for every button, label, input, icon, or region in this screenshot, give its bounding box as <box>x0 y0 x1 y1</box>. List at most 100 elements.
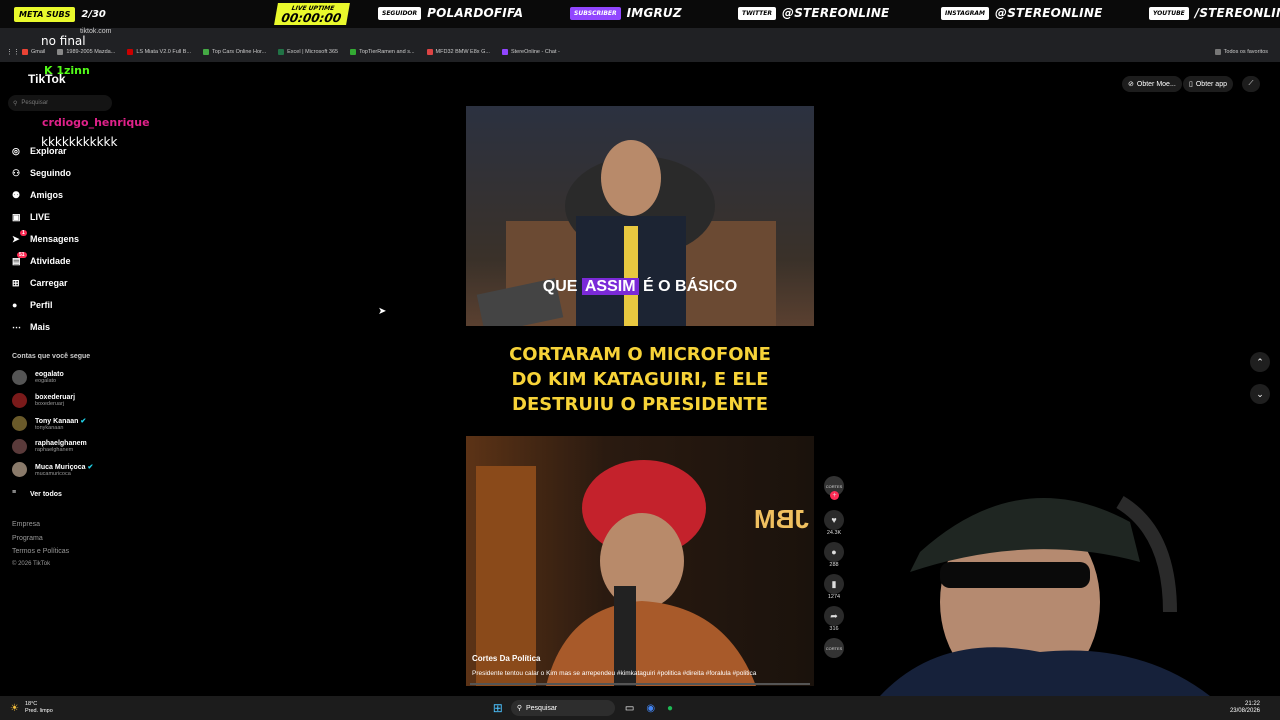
chrome-icon[interactable]: ◉ <box>646 703 655 714</box>
atividade-badge: 51 <box>17 252 27 258</box>
previous-video-button[interactable]: ⌃ <box>1250 352 1270 372</box>
video-author[interactable]: Cortes Da Política <box>472 654 540 663</box>
bookmark[interactable]: Top Cars Online Hor... <box>203 49 266 55</box>
nav-live[interactable]: ▣ LIVE <box>12 212 50 222</box>
compass-icon: ◎ <box>12 146 20 156</box>
social-value: /STEREONLINE <box>1194 6 1280 20</box>
nav-label: Amigos <box>30 190 64 200</box>
following-item[interactable]: Muca Muriçoca ✔ mucamuricoca <box>12 462 93 477</box>
nav-atividade[interactable]: ▤ Atividade 51 <box>12 252 71 266</box>
taskbar-search-label: Pesquisar <box>526 704 558 712</box>
like-count: 24.3K <box>826 530 842 536</box>
following-handle: tonykanaan <box>35 424 64 431</box>
like-button[interactable]: ♥ <box>824 510 844 530</box>
footer-empresa[interactable]: Empresa <box>12 521 40 528</box>
sub-goal-label: META SUBS <box>14 6 76 22</box>
bookmarks-bar: ⋮⋮ Gmail 1989-2005 Mazda... LS Miata V2.… <box>0 44 1280 60</box>
nav-label: Mais <box>30 322 51 332</box>
nav-amigos[interactable]: ⚉ Amigos <box>12 190 63 200</box>
uptime-box: LIVE UPTIME 00:00:00 <box>273 3 350 25</box>
chat-message: no final <box>41 34 86 48</box>
following-title: Contas que você segue <box>12 353 91 360</box>
bookmark[interactable]: 1989-2005 Mazda... <box>57 49 115 55</box>
search-icon: ⚲ <box>13 100 18 107</box>
chevron-up-icon: ⌃ <box>1256 356 1264 367</box>
search-input[interactable]: ⚲ Pesquisar <box>8 95 112 111</box>
social-seguidor: SEGUIDOR POLARDOFIFA <box>378 6 523 20</box>
social-tag: SUBSCRIBER <box>570 6 621 20</box>
next-video-button[interactable]: ⌄ <box>1250 384 1270 404</box>
profile-button[interactable]: ⟋ <box>1242 76 1260 92</box>
bookmark[interactable]: TopTierRamen and s... <box>350 49 415 55</box>
clock-time: 21:22 <box>1244 701 1260 707</box>
folder-icon[interactable]: ▭ <box>625 703 634 714</box>
following-item[interactable]: eogalato eogalato <box>12 370 64 385</box>
subtitle-highlight: ASSIM <box>581 278 639 295</box>
footer-copyright: © 2026 TikTok <box>12 561 51 567</box>
nav-mensagens[interactable]: ➤ Mensagens 1 <box>12 230 79 244</box>
clock-date: 23/08/2026 <box>1229 708 1260 714</box>
creator-avatar-label: CORTES <box>825 483 843 489</box>
nav-label: Atividade <box>30 256 71 266</box>
apps-icon[interactable]: ⋮⋮ <box>6 48 20 56</box>
bookmark[interactable]: Gmail <box>22 49 45 55</box>
video-headline: CORTARAM O MICROFONE DO KIM KATAGUIRI, E… <box>466 342 814 417</box>
get-app-button[interactable]: ▯ Obter app <box>1183 76 1233 92</box>
nav-carregar[interactable]: ⊞ Carregar <box>12 278 68 288</box>
following-handle: mucamuricoca <box>35 470 71 477</box>
social-instagram: INSTAGRAM @STEREONLINE <box>941 6 1102 20</box>
mensagens-badge: 1 <box>20 230 27 236</box>
weather-temp: 18°C <box>24 701 38 707</box>
comment-button[interactable]: ● <box>824 542 844 562</box>
bookmark[interactable]: MFD32 BMW E8x G... <box>426 49 490 55</box>
avatar <box>12 370 27 385</box>
video-frame-bottom: JBM Cortes Da Política Presidente tentou… <box>466 436 814 686</box>
bookmark[interactable]: StereOnline - Chat - <box>501 49 560 55</box>
progress-bar[interactable] <box>470 683 810 685</box>
bookmark-label: MFD32 BMW E8x G... <box>435 49 490 55</box>
nav-perfil[interactable]: ● Perfil <box>12 300 53 310</box>
bookmark[interactable]: Excel | Microsoft 365 <box>278 49 338 55</box>
social-value: IMGRUZ <box>626 6 682 20</box>
sound-disc[interactable]: CORTES <box>824 638 844 658</box>
get-coins-label: Obter Moe... <box>1136 80 1176 88</box>
search-icon: ⚲ <box>516 705 522 712</box>
windows-taskbar: ☀ 18°C Pred. limpo ⊞ ⚲ Pesquisar ▭ ◉ ● 2… <box>0 696 1280 720</box>
live-icon: ▣ <box>12 212 21 222</box>
creator-avatar[interactable]: CORTES + <box>824 476 844 500</box>
following-name: eogalato <box>35 371 64 378</box>
sub-goal-count: 2/30 <box>81 8 106 20</box>
user-follow-icon: ⚇ <box>12 168 21 178</box>
following-item[interactable]: raphaelghanem raphaelghanem <box>12 439 87 454</box>
nav-seguindo[interactable]: ⚇ Seguindo <box>12 168 71 178</box>
nav-label: Perfil <box>30 300 53 310</box>
nav-mais[interactable]: ⋯ Mais <box>12 322 50 332</box>
get-coins-button[interactable]: ⊘ Obter Moe... <box>1122 76 1182 92</box>
more-icon: ⋯ <box>12 322 21 332</box>
video-player[interactable]: QUE ASSIM É O BÁSICO CORTARAM O MICROFON… <box>466 106 814 686</box>
bookmark[interactable]: LS Miata V2.0 Full B... <box>127 49 191 55</box>
following-name-text: Muca Muriçoca <box>35 463 86 471</box>
social-tag: TWITTER <box>738 6 776 20</box>
share-button[interactable]: ➦ <box>824 606 844 626</box>
bookmark-label: StereOnline - Chat - <box>510 49 560 55</box>
see-all-link[interactable]: ≡ Ver todos <box>12 489 62 499</box>
taskbar-search[interactable]: ⚲ Pesquisar <box>510 700 615 716</box>
comment-icon: ● <box>831 547 837 557</box>
chat-username: K 1zinn <box>44 64 90 77</box>
background-sign: JBM <box>754 504 809 534</box>
following-item[interactable]: Tony Kanaan ✔ tonykanaan <box>12 416 86 431</box>
follow-plus-icon[interactable]: + <box>830 491 839 500</box>
mouse-cursor-icon: ➤ <box>378 306 387 317</box>
bookmark-label: Excel | Microsoft 365 <box>287 49 339 55</box>
bookmark-all[interactable]: Todos os favoritos <box>1214 49 1268 55</box>
start-icon[interactable]: ⊞ <box>493 701 503 715</box>
footer-termos[interactable]: Termos e Políticas <box>12 548 69 555</box>
save-button[interactable]: ▮ <box>824 574 844 594</box>
upload-icon: ⊞ <box>12 278 20 288</box>
following-item[interactable]: boxederuarj boxederuarj <box>12 393 75 408</box>
video-caption: Presidente tentou calar o Kim mas se arr… <box>472 670 757 677</box>
footer-programa[interactable]: Programa <box>12 535 43 542</box>
spotify-icon[interactable]: ● <box>667 703 673 714</box>
see-all-label: Ver todos <box>30 490 62 498</box>
